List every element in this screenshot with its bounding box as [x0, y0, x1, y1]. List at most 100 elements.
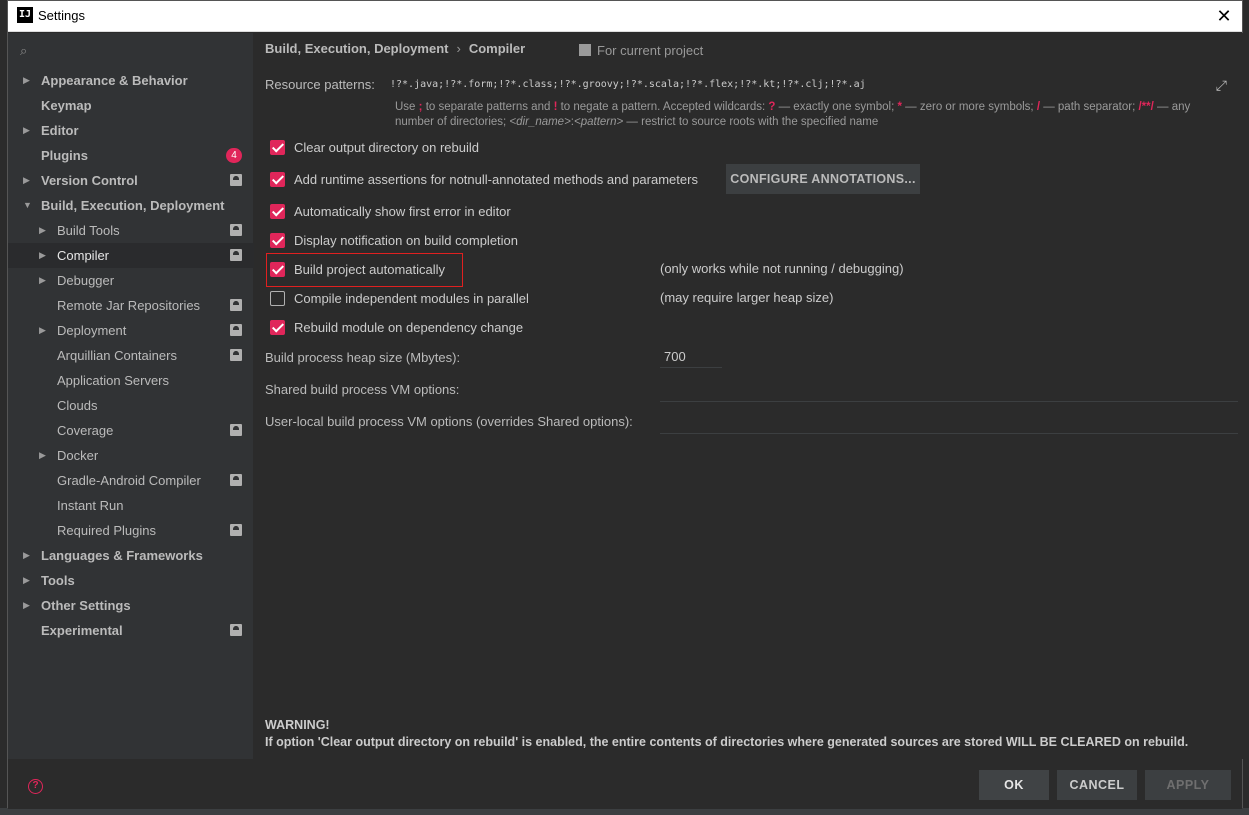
sidebar-item-label: Experimental — [41, 623, 123, 638]
heap-size-input[interactable]: 700 — [660, 346, 722, 368]
sidebar-item-compiler[interactable]: ▶ Compiler — [8, 243, 254, 268]
help-icon[interactable]: ? — [28, 779, 43, 794]
show-first-error-checkbox[interactable] — [270, 204, 285, 219]
chevron-right-icon[interactable]: ▶ — [39, 243, 46, 268]
sidebar-item-instant-run[interactable]: Instant Run — [8, 493, 254, 518]
display-notification-label: Display notification on build completion — [294, 233, 519, 248]
sidebar-item-remote-jar-repositories[interactable]: Remote Jar Repositories — [8, 293, 254, 318]
sidebar-item-label: Debugger — [57, 273, 115, 288]
runtime-assertions-checkbox[interactable] — [270, 172, 285, 187]
sidebar-item-label: Editor — [41, 123, 79, 138]
project-scope-icon — [230, 249, 242, 261]
chevron-right-icon[interactable]: ▶ — [23, 68, 30, 93]
sidebar-item-label: Instant Run — [57, 498, 124, 513]
sidebar-item-label: Required Plugins — [57, 523, 157, 538]
project-icon — [579, 44, 591, 56]
close-icon[interactable]: ✕ — [1212, 4, 1236, 28]
scope-text: For current project — [597, 43, 704, 58]
sidebar-item-tools[interactable]: ▶ Tools — [8, 568, 254, 593]
heap-size-label: Build process heap size (Mbytes): — [265, 350, 461, 365]
compile-parallel-checkbox[interactable] — [270, 291, 285, 306]
sidebar-item-label: Docker — [57, 448, 99, 463]
scope-label: For current project — [579, 43, 703, 58]
shared-vm-options-input[interactable] — [660, 380, 1238, 402]
sidebar-item-experimental[interactable]: Experimental — [8, 618, 254, 643]
chevron-right-icon[interactable]: ▶ — [39, 443, 46, 468]
sidebar-item-label: Application Servers — [57, 373, 169, 388]
sidebar-item-application-servers[interactable]: Application Servers — [8, 368, 254, 393]
chevron-right-icon[interactable]: ▶ — [39, 218, 46, 243]
sidebar-item-label: Coverage — [57, 423, 114, 438]
sidebar-search[interactable]: ⌕ — [18, 41, 248, 61]
settings-sidebar: ⌕ ▶ Appearance & Behavior Keymap ▶ Editor Plu… — [8, 33, 254, 759]
chevron-right-icon[interactable]: ▶ — [23, 593, 30, 618]
chevron-right-icon[interactable]: ▶ — [23, 118, 30, 143]
sidebar-item-appearance-behavior[interactable]: ▶ Appearance & Behavior — [8, 68, 254, 93]
clear-output-checkbox[interactable] — [270, 140, 285, 155]
sidebar-item-label: Deployment — [57, 323, 127, 338]
ok-button[interactable]: OK — [979, 770, 1049, 800]
window-title: Settings — [38, 8, 85, 23]
rebuild-module-checkbox[interactable] — [270, 320, 285, 335]
sidebar-item-version-control[interactable]: ▶ Version Control — [8, 168, 254, 193]
sidebar-item-label: Build, Execution, Deployment — [41, 198, 225, 213]
rebuild-module-label: Rebuild module on dependency change — [294, 320, 524, 335]
sidebar-item-other-settings[interactable]: ▶ Other Settings — [8, 593, 254, 618]
clear-output-label: Clear output directory on rebuild — [294, 140, 479, 155]
project-scope-icon — [230, 224, 242, 236]
intellij-app-icon: IJ — [17, 7, 33, 23]
resource-patterns-label: Resource patterns: — [265, 77, 375, 92]
compile-parallel-note: (may require larger heap size) — [660, 290, 834, 305]
sidebar-item-required-plugins[interactable]: Required Plugins — [8, 518, 254, 543]
chevron-right-icon[interactable]: ▶ — [23, 168, 30, 193]
sidebar-item-label: Plugins — [41, 148, 88, 163]
sidebar-item-editor[interactable]: ▶ Editor — [8, 118, 254, 143]
chevron-right-icon[interactable]: ▶ — [39, 318, 46, 343]
sidebar-item-build-tools[interactable]: ▶ Build Tools — [8, 218, 254, 243]
expand-icon[interactable]: ⤢ — [1216, 77, 1227, 94]
sidebar-item-label: Build Tools — [57, 223, 120, 238]
chevron-down-icon[interactable]: ▼ — [23, 193, 32, 218]
warning-title: WARNING! — [265, 718, 330, 732]
sidebar-item-label: Tools — [41, 573, 75, 588]
apply-button[interactable]: APPLY — [1145, 770, 1231, 800]
sidebar-item-gradle-android-compiler[interactable]: Gradle-Android Compiler — [8, 468, 254, 493]
chevron-right-icon[interactable]: ▶ — [23, 568, 30, 593]
user-vm-options-label: User-local build process VM options (ove… — [265, 414, 633, 429]
project-scope-icon — [230, 299, 242, 311]
sidebar-item-keymap[interactable]: Keymap — [8, 93, 254, 118]
project-scope-icon — [230, 174, 242, 186]
hint-line-2: number of directories; <dir_name>:<patte… — [395, 116, 879, 128]
sidebar-item-label: Languages & Frameworks — [41, 548, 203, 563]
sidebar-item-debugger[interactable]: ▶ Debugger — [8, 268, 254, 293]
background-right-edge — [1243, 0, 1249, 815]
project-scope-icon — [230, 524, 242, 536]
configure-annotations-button[interactable]: CONFIGURE ANNOTATIONS... — [726, 164, 920, 194]
breadcrumb-current: Compiler — [468, 41, 526, 56]
sidebar-item-clouds[interactable]: Clouds — [8, 393, 254, 418]
build-automatically-note: (only works while not running / debuggin… — [660, 261, 904, 276]
chevron-right-icon[interactable]: ▶ — [39, 268, 46, 293]
highlight-annotation-box — [266, 253, 463, 287]
sidebar-item-label: Remote Jar Repositories — [57, 298, 201, 313]
project-scope-icon — [230, 324, 242, 336]
sidebar-item-label: Gradle-Android Compiler — [57, 473, 201, 488]
display-notification-checkbox[interactable] — [270, 233, 285, 248]
sidebar-item-plugins[interactable]: Plugins 4 — [8, 143, 254, 168]
sidebar-item-docker[interactable]: ▶ Docker — [8, 443, 254, 468]
project-scope-icon — [230, 474, 242, 486]
chevron-right-icon[interactable]: ▶ — [23, 543, 30, 568]
runtime-assertions-label: Add runtime assertions for notnull-annot… — [294, 172, 698, 187]
resource-patterns-input[interactable]: !?*.java;!?*.form;!?*.class;!?*.groovy;!… — [390, 79, 866, 90]
compile-parallel-label: Compile independent modules in parallel — [294, 291, 529, 306]
sidebar-item-label: Other Settings — [41, 598, 131, 613]
cancel-button[interactable]: CANCEL — [1057, 770, 1137, 800]
sidebar-item-coverage[interactable]: Coverage — [8, 418, 254, 443]
breadcrumb-separator: › — [456, 41, 461, 56]
sidebar-item-arquillian-containers[interactable]: Arquillian Containers — [8, 343, 254, 368]
user-vm-options-input[interactable] — [660, 412, 1238, 434]
sidebar-item-build-execution-deployment[interactable]: ▼ Build, Execution, Deployment — [8, 193, 254, 218]
sidebar-item-languages-frameworks[interactable]: ▶ Languages & Frameworks — [8, 543, 254, 568]
hint-line-1: Use ; to separate patterns and ! to nega… — [395, 101, 1191, 113]
sidebar-item-deployment[interactable]: ▶ Deployment — [8, 318, 254, 343]
